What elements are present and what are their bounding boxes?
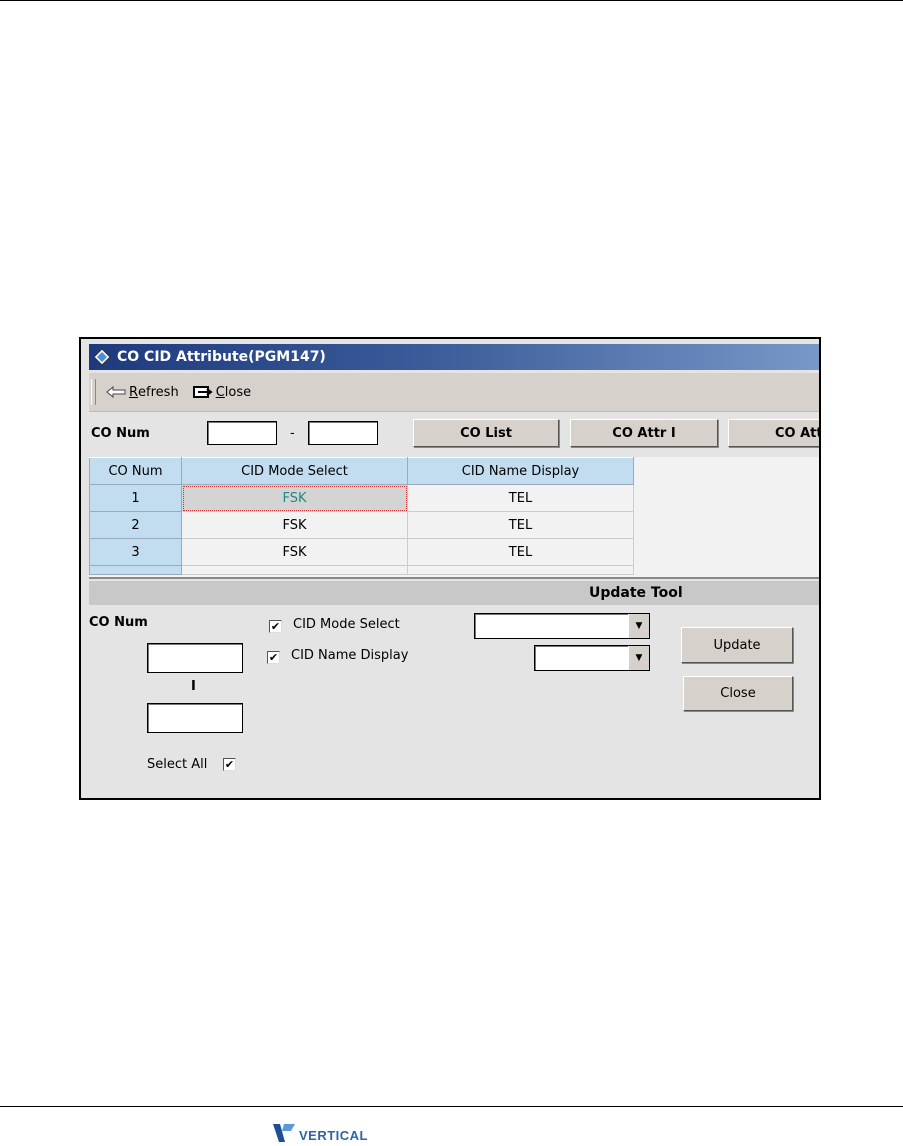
vertical-logo-mark-icon (273, 1124, 295, 1142)
refresh-button[interactable]: Refresh (106, 385, 179, 400)
co-cid-attribute-window: CO CID Attribute(PGM147) Refresh Close C… (79, 337, 821, 800)
co-attr-i-button[interactable]: CO Attr I (570, 419, 718, 447)
cid-mode-select-label: CID Mode Select (293, 617, 400, 632)
cid-name-display-dropdown[interactable]: ▼ (534, 645, 650, 671)
cell-cid-name[interactable]: TEL (407, 484, 634, 512)
co-list-button[interactable]: CO List (413, 419, 559, 447)
co-num-filter-label: CO Num (91, 425, 150, 441)
chevron-down-icon[interactable]: ▼ (628, 614, 649, 638)
update-tool-header: Update Tool (89, 581, 819, 605)
table-row[interactable]: 2 FSK TEL (89, 511, 634, 539)
cell-cid-name[interactable]: TEL (407, 511, 634, 539)
app-diamond-icon (93, 348, 111, 366)
table-row[interactable]: 3 FSK TEL (89, 538, 634, 566)
cell-cid-mode (181, 565, 408, 575)
vertical-logo: VERTICAL (273, 1124, 368, 1142)
table-row[interactable]: 1 FSK TEL (89, 484, 634, 512)
update-co-num-label: CO Num (89, 615, 148, 630)
chevron-down-icon[interactable]: ▼ (628, 646, 649, 670)
logo-text: VERTICAL (299, 1128, 368, 1143)
cid-mode-select-checkbox[interactable]: ✔ (269, 620, 282, 633)
table-row-partial[interactable] (89, 565, 634, 575)
cell-cid-name[interactable]: TEL (407, 538, 634, 566)
co-attr-ii-button[interactable]: CO Attr (728, 419, 819, 447)
update-co-num-to-input[interactable] (147, 703, 243, 733)
column-header-cid-name[interactable]: CID Name Display (407, 457, 634, 485)
row-co-num[interactable]: 1 (89, 484, 182, 512)
row-co-num[interactable]: 3 (89, 538, 182, 566)
cid-name-display-label: CID Name Display (291, 648, 409, 663)
close-label: lose (224, 384, 252, 400)
cell-cid-name (407, 565, 634, 575)
page-top-rule (0, 0, 903, 1)
update-co-num-from-input[interactable] (147, 643, 243, 673)
co-num-from-input[interactable] (207, 421, 277, 445)
row-co-num[interactable]: 2 (89, 511, 182, 539)
refresh-mnemonic: R (129, 384, 139, 400)
close-button[interactable]: Close (683, 676, 793, 711)
update-range-separator: I (191, 679, 196, 694)
back-arrow-icon (106, 386, 126, 398)
cid-mode-select-dropdown[interactable]: ▼ (474, 613, 650, 639)
exit-icon (192, 386, 213, 398)
range-separator: - (290, 425, 295, 441)
cell-cid-mode[interactable]: FSK (181, 484, 408, 512)
co-cid-grid: CO Num CID Mode Select CID Name Display … (89, 457, 819, 579)
select-all-checkbox[interactable]: ✔ (223, 758, 236, 771)
column-header-co-num[interactable]: CO Num (89, 457, 182, 485)
title-bar: CO CID Attribute(PGM147) (89, 344, 819, 370)
close-mnemonic: C (215, 384, 225, 400)
cell-cid-mode[interactable]: FSK (181, 538, 408, 566)
toolbar: Refresh Close (89, 373, 819, 412)
update-tool-title: Update Tool (589, 585, 683, 601)
select-all-label: Select All (147, 757, 208, 772)
page-bottom-rule (0, 1106, 903, 1107)
column-header-cid-mode[interactable]: CID Mode Select (181, 457, 408, 485)
toolbar-grip[interactable] (91, 379, 96, 405)
co-num-to-input[interactable] (308, 421, 378, 445)
cell-cid-mode[interactable]: FSK (181, 511, 408, 539)
toolbar-close-button[interactable]: Close (192, 384, 252, 400)
filter-bar: CO Num - CO List CO Attr I CO Attr (89, 413, 819, 453)
cid-name-display-checkbox[interactable]: ✔ (267, 651, 280, 664)
grid-header-row: CO Num CID Mode Select CID Name Display (89, 457, 634, 485)
window-title: CO CID Attribute(PGM147) (117, 349, 326, 365)
update-button[interactable]: Update (681, 627, 793, 663)
refresh-label: efresh (138, 384, 179, 400)
row-co-num (89, 565, 182, 575)
